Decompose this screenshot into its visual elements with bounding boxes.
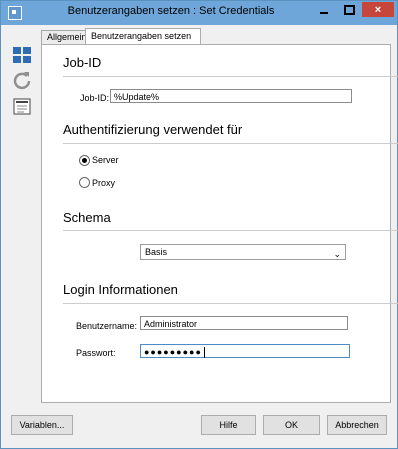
document-icon[interactable] — [12, 97, 32, 117]
job-id-label: Job-ID: — [80, 93, 110, 103]
section-divider — [63, 303, 398, 304]
section-divider — [63, 143, 398, 144]
job-section-title: Job-ID — [63, 55, 102, 70]
auth-section-title: Authentifizierung verwendet für — [63, 122, 243, 137]
title-bar[interactable]: Benutzerangaben setzen : Set Credentials… — [1, 1, 397, 25]
section-divider — [63, 76, 398, 77]
proxy-radio[interactable] — [79, 177, 90, 188]
tab-set-credentials[interactable]: Benutzerangaben setzen — [85, 28, 201, 44]
cancel-button[interactable]: Abbrechen — [327, 415, 387, 435]
minimize-button[interactable] — [312, 2, 336, 17]
schema-section-title: Schema — [63, 210, 111, 225]
proxy-label[interactable]: Proxy — [92, 178, 115, 188]
refresh-icon[interactable] — [12, 70, 32, 90]
layout-grid-icon[interactable] — [12, 45, 32, 65]
credentials-panel: Job-ID Job-ID: %Update% Authentifizierun… — [41, 44, 398, 403]
close-icon: × — [374, 3, 382, 16]
password-label: Passwort: — [76, 348, 116, 358]
dialog-window: Benutzerangaben setzen : Set Credentials… — [0, 0, 398, 449]
schema-select[interactable]: Basis ⌄ — [140, 244, 346, 260]
login-section-title: Login Informationen — [63, 282, 178, 297]
password-input[interactable]: ●●●●●●●●● — [140, 344, 350, 359]
job-id-input[interactable]: %Update% — [110, 89, 352, 103]
sidebar — [9, 29, 35, 409]
close-button[interactable]: × — [362, 2, 394, 17]
username-label: Benutzername: — [76, 321, 138, 331]
ok-button[interactable]: OK — [263, 415, 320, 435]
server-radio[interactable] — [79, 155, 90, 166]
variables-button[interactable]: Variablen... — [11, 415, 73, 435]
section-divider — [63, 230, 398, 231]
maximize-icon — [343, 4, 355, 15]
server-label[interactable]: Server — [92, 155, 119, 165]
schema-selected-value: Basis — [145, 247, 168, 257]
help-button[interactable]: Hilfe — [201, 415, 256, 435]
password-value: ●●●●●●●●● — [144, 347, 202, 357]
chevron-down-icon: ⌄ — [333, 249, 341, 259]
maximize-button[interactable] — [337, 2, 361, 17]
text-caret — [203, 347, 205, 359]
minimize-icon — [320, 12, 328, 14]
window-title: Benutzerangaben setzen : Set Credentials — [67, 5, 275, 17]
username-input[interactable]: Administrator — [140, 316, 348, 330]
